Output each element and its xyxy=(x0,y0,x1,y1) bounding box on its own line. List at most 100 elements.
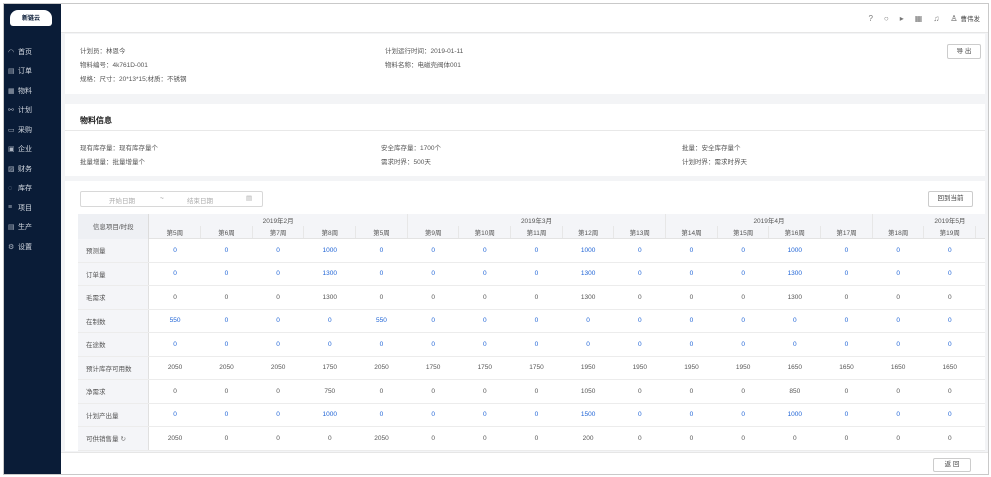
table-cell[interactable]: 0 xyxy=(148,262,201,286)
help-icon[interactable]: ? xyxy=(868,14,872,23)
table-cell[interactable]: 0 xyxy=(200,332,253,357)
table-cell[interactable]: 0 xyxy=(510,403,563,427)
table-cell[interactable]: 1300 xyxy=(768,262,821,286)
table-cell[interactable]: 0 xyxy=(975,332,985,357)
table-cell[interactable]: 0 xyxy=(252,262,304,286)
table-cell[interactable]: 0 xyxy=(872,332,924,357)
sidebar-item-10[interactable]: ⚙ 设置 xyxy=(4,237,61,257)
table-cell[interactable]: 0 xyxy=(458,309,511,333)
sidebar-item-0[interactable]: ◠ 首页 xyxy=(4,42,61,62)
table-cell[interactable]: 550 xyxy=(148,309,201,333)
table-cell[interactable]: 0 xyxy=(407,403,459,427)
play-icon[interactable]: ▸ xyxy=(900,14,904,23)
table-cell[interactable]: 1300 xyxy=(303,262,356,286)
user-menu[interactable]: ♙ 曹伟发 xyxy=(950,13,980,24)
table-cell[interactable]: 0 xyxy=(717,309,769,333)
table-cell[interactable]: 0 xyxy=(665,403,718,427)
table-cell[interactable]: 0 xyxy=(458,403,511,427)
table-cell[interactable]: 0 xyxy=(252,332,304,357)
table-cell[interactable]: 0 xyxy=(200,262,253,286)
search-icon[interactable]: ○ xyxy=(884,14,889,23)
back-button[interactable]: 返 回 xyxy=(933,458,971,472)
table-cell[interactable]: 0 xyxy=(303,309,356,333)
table-cell[interactable]: 0 xyxy=(562,309,614,333)
table-cell[interactable]: 0 xyxy=(923,262,976,286)
table-cell[interactable]: 1000 xyxy=(975,238,985,263)
qrcode-icon[interactable]: ▦ xyxy=(915,14,923,23)
table-cell[interactable]: 0 xyxy=(252,403,304,427)
table-cell[interactable]: 0 xyxy=(458,238,511,263)
end-date-input[interactable]: 结束日期 xyxy=(187,195,213,205)
table-cell[interactable]: 0 xyxy=(200,403,253,427)
table-cell[interactable]: 0 xyxy=(923,403,976,427)
export-button[interactable]: 导 出 xyxy=(947,44,981,59)
table-cell[interactable]: 0 xyxy=(768,309,821,333)
table-cell[interactable]: 0 xyxy=(303,332,356,357)
table-cell[interactable]: 0 xyxy=(613,332,666,357)
table-cell[interactable]: 0 xyxy=(407,262,459,286)
sidebar-item-5[interactable]: ▣ 企业 xyxy=(4,140,61,160)
table-cell[interactable]: 0 xyxy=(923,332,976,357)
table-cell[interactable]: 0 xyxy=(820,262,873,286)
table-cell[interactable]: 0 xyxy=(820,238,873,263)
start-date-input[interactable]: 开始日期 xyxy=(109,195,135,205)
table-cell[interactable]: 0 xyxy=(458,262,511,286)
table-cell[interactable]: 0 xyxy=(923,238,976,263)
table-cell[interactable]: 0 xyxy=(975,309,985,333)
table-cell[interactable]: 1000 xyxy=(768,238,821,263)
table-cell[interactable]: 0 xyxy=(820,332,873,357)
table-cell[interactable]: 0 xyxy=(872,238,924,263)
table-cell[interactable]: 0 xyxy=(148,403,201,427)
table-cell[interactable]: 1000 xyxy=(303,238,356,263)
table-cell[interactable]: 0 xyxy=(820,309,873,333)
table-cell[interactable]: 0 xyxy=(717,238,769,263)
sidebar-item-4[interactable]: ▭ 采购 xyxy=(4,120,61,140)
table-cell[interactable]: 0 xyxy=(510,238,563,263)
table-cell[interactable]: 1000 xyxy=(303,403,356,427)
table-cell[interactable]: 0 xyxy=(613,262,666,286)
table-cell[interactable]: 0 xyxy=(252,309,304,333)
sidebar-item-2[interactable]: ▦ 物料 xyxy=(4,81,61,101)
table-cell[interactable]: 0 xyxy=(872,262,924,286)
sidebar-item-1[interactable]: ▤ 订单 xyxy=(4,62,61,82)
table-cell[interactable]: 1500 xyxy=(562,403,614,427)
table-cell[interactable]: 0 xyxy=(407,309,459,333)
notification-icon[interactable]: ♫ xyxy=(933,14,939,23)
table-cell[interactable]: 0 xyxy=(872,403,924,427)
table-cell[interactable]: 0 xyxy=(355,332,408,357)
table-cell[interactable]: 0 xyxy=(355,238,408,263)
table-cell[interactable]: 0 xyxy=(665,309,718,333)
sidebar-item-8[interactable]: ≡ 项目 xyxy=(4,198,61,218)
sidebar-item-6[interactable]: ▨ 财务 xyxy=(4,159,61,179)
table-cell[interactable]: 0 xyxy=(148,332,201,357)
table-cell[interactable]: 0 xyxy=(407,238,459,263)
table-cell[interactable]: 0 xyxy=(355,403,408,427)
table-cell[interactable]: 0 xyxy=(665,332,718,357)
table-cell[interactable]: 1500 xyxy=(975,403,985,427)
table-cell[interactable]: 0 xyxy=(613,238,666,263)
table-cell[interactable]: 0 xyxy=(717,403,769,427)
table-cell[interactable]: 0 xyxy=(252,238,304,263)
back-to-current-button[interactable]: 回到当前 xyxy=(928,191,973,207)
table-cell[interactable]: 0 xyxy=(510,309,563,333)
table-cell[interactable]: 0 xyxy=(665,238,718,263)
table-cell[interactable]: 0 xyxy=(200,238,253,263)
table-cell[interactable]: 0 xyxy=(148,238,201,263)
table-cell[interactable]: 0 xyxy=(768,332,821,357)
table-cell[interactable]: 1300 xyxy=(975,262,985,286)
table-cell[interactable]: 0 xyxy=(510,332,563,357)
sidebar-item-3[interactable]: ⚯ 计划 xyxy=(4,101,61,121)
table-cell[interactable]: 0 xyxy=(458,332,511,357)
table-cell[interactable]: 0 xyxy=(872,309,924,333)
table-cell[interactable]: 0 xyxy=(562,332,614,357)
table-cell[interactable]: 0 xyxy=(510,262,563,286)
table-cell[interactable]: 0 xyxy=(820,403,873,427)
table-cell[interactable]: 1000 xyxy=(768,403,821,427)
table-cell[interactable]: 0 xyxy=(665,262,718,286)
table-cell[interactable]: 0 xyxy=(200,309,253,333)
table-cell[interactable]: 0 xyxy=(717,262,769,286)
sidebar-item-7[interactable]: ◌ 库存 xyxy=(4,179,61,199)
table-cell[interactable]: 1300 xyxy=(562,262,614,286)
refresh-icon[interactable]: ↻ xyxy=(121,436,126,443)
table-cell[interactable]: 0 xyxy=(613,403,666,427)
